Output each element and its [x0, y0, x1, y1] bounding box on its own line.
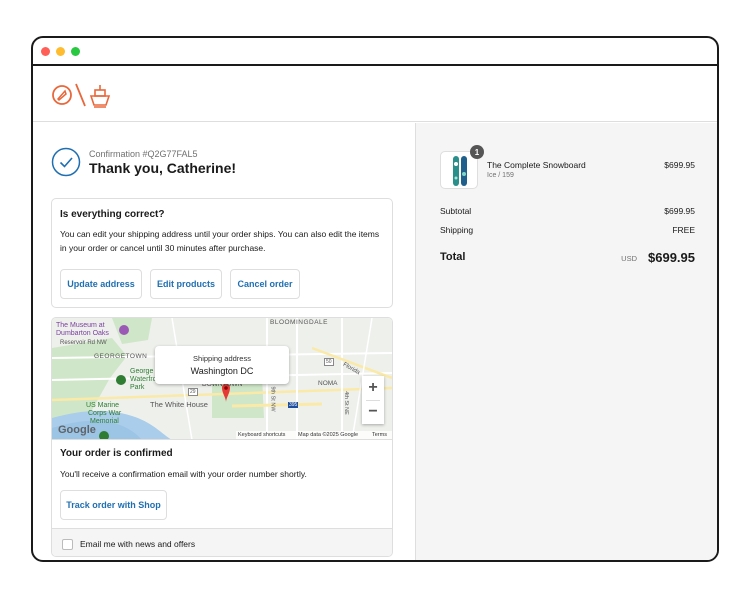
confirmation-number: Confirmation #Q2G77FAL5: [89, 149, 198, 159]
shipping-address-bubble: Shipping address Washington DC: [155, 346, 289, 384]
check-circle-icon: [51, 147, 81, 177]
edit-products-button[interactable]: Edit products: [150, 269, 222, 299]
map-label: NOMA: [318, 380, 338, 387]
order-status-panel: Confirmation #Q2G77FAL5 Thank you, Cathe…: [33, 123, 415, 560]
map-label: 29: [188, 388, 198, 396]
shipping-map[interactable]: The Museum at Dumbarton Oaks Reservoir R…: [52, 318, 392, 440]
thank-you-heading: Thank you, Catherine!: [89, 160, 237, 176]
store-logo-icon[interactable]: [51, 82, 113, 108]
map-label: George: [130, 368, 154, 375]
review-title: Is everything correct?: [60, 209, 165, 220]
product-variant: Ice / 159: [487, 172, 514, 179]
close-window-button[interactable]: [41, 47, 50, 56]
shipping-value: FREE: [672, 225, 695, 235]
map-attribution: Keyboard shortcuts Map data ©2025 Google…: [236, 431, 392, 439]
map-label: Corps War: [88, 410, 122, 417]
newsletter-row: Email me with news and offers: [52, 528, 392, 556]
bubble-label: Shipping address: [193, 354, 251, 363]
store-header: [33, 66, 717, 122]
map-label: GEORGETOWN: [94, 353, 148, 360]
review-text: You can edit your shipping address until…: [60, 229, 380, 253]
cancel-order-button[interactable]: Cancel order: [230, 269, 300, 299]
shipping-label: Shipping: [440, 225, 474, 235]
update-address-button[interactable]: Update address: [60, 269, 142, 299]
review-order-card: Is everything correct? You can edit your…: [51, 198, 393, 308]
map-label: Reservoir Rd NW: [60, 340, 107, 346]
map-label: Dumbarton Oaks: [56, 330, 109, 337]
subtotal-value: $699.95: [664, 206, 695, 216]
map-label: The Museum at: [56, 322, 105, 329]
map-label: 9th St NW: [269, 386, 276, 412]
product-name: The Complete Snowboard: [487, 160, 586, 170]
map-label: 50: [324, 358, 334, 366]
map-data-credit: Map data ©2025 Google: [298, 432, 359, 438]
order-confirmed-card: The Museum at Dumbarton Oaks Reservoir R…: [51, 317, 393, 557]
bubble-city: Washington DC: [190, 366, 254, 376]
keyboard-shortcuts-link[interactable]: Keyboard shortcuts: [238, 432, 285, 438]
currency-code: USD: [621, 254, 637, 263]
zoom-out-button[interactable]: −: [362, 400, 384, 424]
quantity-badge: 1: [470, 145, 484, 159]
map-zoom-control: + −: [362, 376, 384, 424]
title-bar: [33, 38, 717, 66]
map-label: Park: [130, 384, 145, 391]
track-order-button[interactable]: Track order with Shop: [60, 490, 167, 520]
newsletter-checkbox[interactable]: [62, 539, 73, 550]
map-label: US Marine: [86, 402, 120, 409]
map-label: 395: [288, 402, 299, 408]
total-label: Total: [440, 251, 466, 263]
zoom-in-button[interactable]: +: [362, 376, 384, 400]
total-value: $699.95: [648, 250, 695, 265]
map-label: 4th St NE: [342, 391, 349, 415]
terms-link[interactable]: Terms: [372, 432, 387, 438]
browser-window: Confirmation #Q2G77FAL5 Thank you, Cathe…: [31, 36, 719, 562]
subtotal-label: Subtotal: [440, 206, 472, 216]
order-confirmed-text: You'll receive a confirmation email with…: [60, 469, 307, 479]
product-price: $699.95: [664, 160, 695, 170]
google-logo: Google: [58, 424, 96, 436]
order-confirmed-title: Your order is confirmed: [60, 448, 173, 459]
newsletter-label: Email me with news and offers: [80, 539, 196, 549]
map-label: The White House: [150, 400, 208, 409]
order-summary-panel: 1 The Complete Snowboard Ice / 159 $699.…: [415, 123, 717, 560]
map-label: BLOOMINGDALE: [270, 319, 329, 326]
minimize-window-button[interactable]: [56, 47, 65, 56]
maximize-window-button[interactable]: [71, 47, 80, 56]
